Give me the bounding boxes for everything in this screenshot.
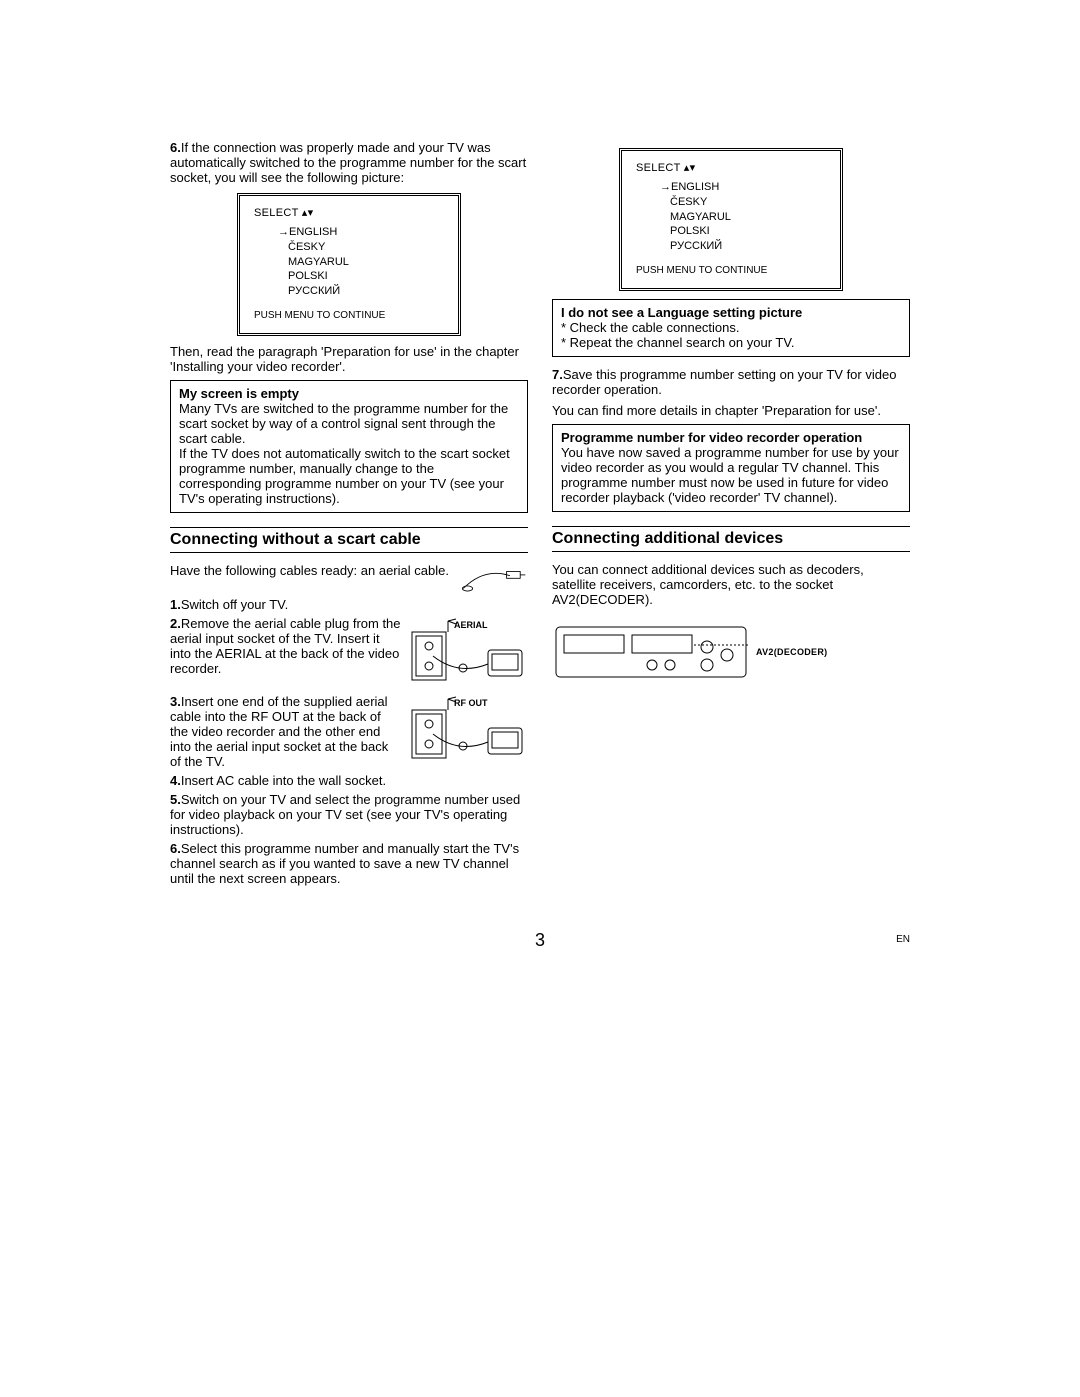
aerial-connection-diagram: AERIAL [408, 616, 528, 690]
info-box-no-language: I do not see a Language setting picture … [552, 299, 910, 357]
step-text: Insert one end of the supplied aerial ca… [170, 694, 388, 769]
diagram-label: RF OUT [454, 698, 488, 708]
page-number: 3 [170, 930, 910, 951]
cables-ready-row: Have the following cables ready: an aeri… [170, 563, 528, 597]
info-title: I do not see a Language setting picture [561, 305, 901, 320]
lang-item: ČESKY [660, 195, 826, 210]
additional-devices-text: You can connect additional devices such … [552, 562, 910, 607]
section-heading-additional: Connecting additional devices [552, 526, 910, 552]
info-title: My screen is empty [179, 386, 519, 401]
info-body: Many TVs are switched to the programme n… [179, 401, 519, 446]
step-2: 2.Remove the aerial cable plug from the … [170, 616, 528, 690]
step-text: Insert AC cable into the wall socket. [181, 773, 386, 788]
after-step7-text: You can find more details in chapter 'Pr… [552, 403, 910, 418]
language-list: →ENGLISH ČESKY MAGYARUL POLSKI РУССКИЙ [636, 176, 826, 260]
manual-page: 6.If the connection was properly made an… [170, 140, 910, 960]
arrow-icon: → [278, 226, 289, 238]
lang-label: ENGLISH [671, 181, 719, 193]
lang-label: ENGLISH [289, 226, 337, 238]
cables-ready-text: Have the following cables ready: an aeri… [170, 563, 452, 578]
rf-out-connection-diagram: RF OUT [408, 694, 528, 768]
step-number: 6. [170, 140, 181, 155]
select-label: SELECT ▴▾ [636, 161, 826, 176]
step-text: Switch off your TV. [181, 597, 288, 612]
lang-item: →ENGLISH [278, 225, 444, 240]
osd-screen-right: SELECT ▴▾ →ENGLISH ČESKY MAGYARUL POLSKI… [619, 148, 843, 291]
step-6b: 6.Select this programme number and manua… [170, 841, 528, 886]
language-code: EN [896, 934, 910, 945]
after-screen-text: Then, read the paragraph 'Preparation fo… [170, 344, 528, 374]
continue-label: PUSH MENU TO CONTINUE [254, 305, 444, 323]
step-5: 5.Switch on your TV and select the progr… [170, 792, 528, 837]
lang-item: ČESKY [278, 240, 444, 255]
info-title: Programme number for video recorder oper… [561, 430, 901, 445]
step-3: 3.Insert one end of the supplied aerial … [170, 694, 528, 769]
right-column: SELECT ▴▾ →ENGLISH ČESKY MAGYARUL POLSKI… [552, 140, 910, 890]
lang-item: MAGYARUL [660, 210, 826, 225]
steps-list: 1.Switch off your TV. 2.Remove the aeria… [170, 597, 528, 886]
osd-screen-left: SELECT ▴▾ →ENGLISH ČESKY MAGYARUL POLSKI… [237, 193, 461, 336]
page-footer: 3 EN [170, 930, 910, 960]
step-text: Save this programme number setting on yo… [552, 367, 896, 397]
step-number: 7. [552, 367, 563, 382]
diagram-label: AERIAL [454, 620, 488, 630]
step-number: 3. [170, 694, 181, 709]
info-line: * Check the cable connections. [561, 320, 901, 335]
lang-item: MAGYARUL [278, 255, 444, 270]
lang-item: РУССКИЙ [278, 284, 444, 299]
lang-item: POLSKI [660, 224, 826, 239]
step-text: Select this programme number and manuall… [170, 841, 519, 886]
step-number: 2. [170, 616, 181, 631]
step-1: 1.Switch off your TV. [170, 597, 528, 612]
step-4: 4.Insert AC cable into the wall socket. [170, 773, 528, 788]
continue-label: PUSH MENU TO CONTINUE [636, 260, 826, 278]
arrow-icon: → [660, 181, 671, 193]
step-number: 5. [170, 792, 181, 807]
step-7: 7.Save this programme number setting on … [552, 367, 910, 397]
info-line: * Repeat the channel search on your TV. [561, 335, 901, 350]
language-list: →ENGLISH ČESKY MAGYARUL POLSKI РУССКИЙ [254, 221, 444, 305]
info-box-empty-screen: My screen is empty Many TVs are switched… [170, 380, 528, 513]
step-text: If the connection was properly made and … [170, 140, 526, 185]
select-label: SELECT ▴▾ [254, 206, 444, 221]
lang-item: →ENGLISH [660, 180, 826, 195]
lang-item: РУССКИЙ [660, 239, 826, 254]
av2-decoder-label: AV2(DECODER) [756, 647, 827, 657]
aerial-cable-icon [458, 563, 528, 597]
step-number: 6. [170, 841, 181, 856]
step-number: 4. [170, 773, 181, 788]
left-column: 6.If the connection was properly made an… [170, 140, 528, 890]
info-body: You have now saved a programme number fo… [561, 445, 901, 505]
step-text: Remove the aerial cable plug from the ae… [170, 616, 401, 676]
step-number: 1. [170, 597, 181, 612]
back-panel-diagram [552, 617, 752, 687]
section-heading-no-scart: Connecting without a scart cable [170, 527, 528, 553]
two-column-layout: 6.If the connection was properly made an… [170, 140, 910, 890]
info-box-programme-number: Programme number for video recorder oper… [552, 424, 910, 512]
step-text: Switch on your TV and select the program… [170, 792, 520, 837]
lang-item: POLSKI [278, 269, 444, 284]
info-body: If the TV does not automatically switch … [179, 446, 519, 506]
av2-diagram-row: AV2(DECODER) [552, 617, 910, 687]
step-6: 6.If the connection was properly made an… [170, 140, 528, 185]
